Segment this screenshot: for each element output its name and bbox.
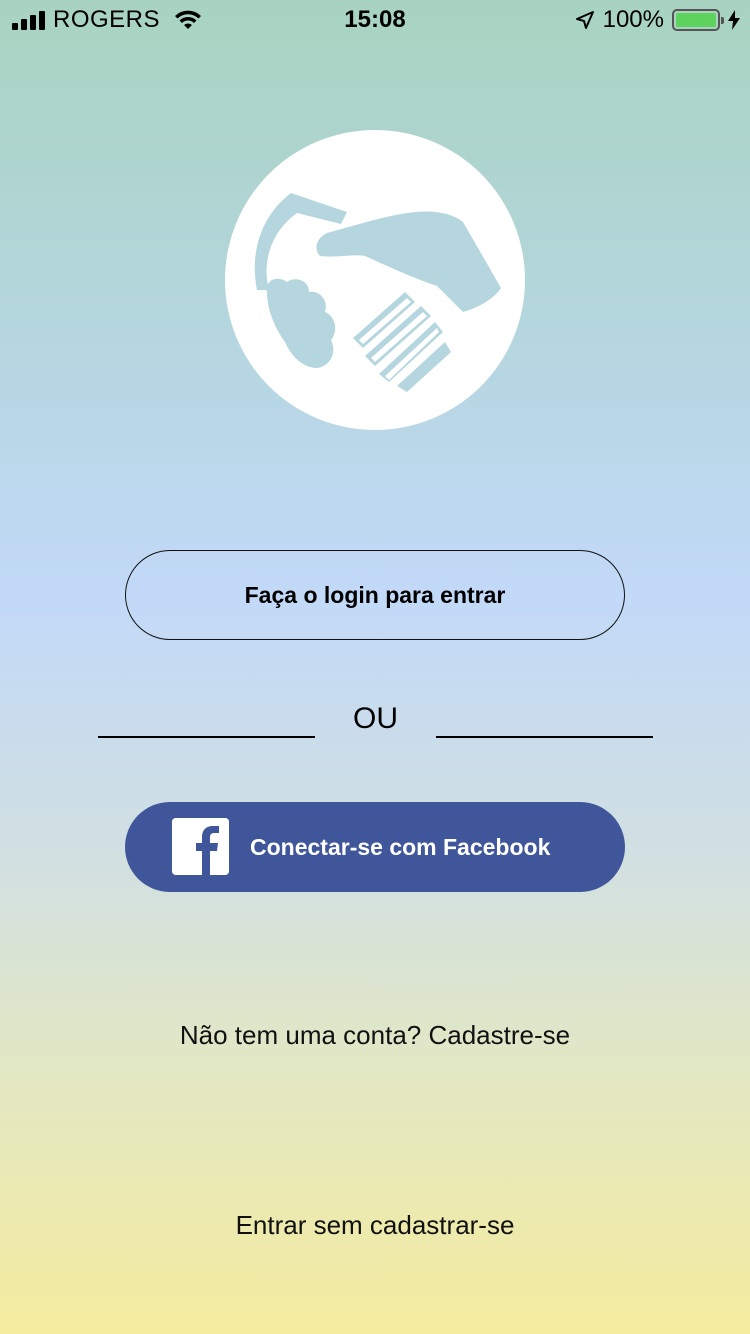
facebook-icon <box>172 818 229 875</box>
login-button[interactable]: Faça o login para entrar <box>125 550 625 640</box>
location-arrow-icon <box>575 11 594 29</box>
battery-icon <box>672 9 724 31</box>
facebook-button-label: Conectar-se com Facebook <box>250 833 551 860</box>
divider-line-left <box>98 736 315 738</box>
facebook-login-button[interactable]: Conectar-se com Facebook <box>125 802 625 892</box>
signup-link[interactable]: Não tem uma conta? Cadastre-se <box>0 1020 750 1051</box>
battery-percent: 100% <box>602 6 664 33</box>
status-bar: ROGERS 15:08 100% <box>0 0 750 40</box>
divider-line-right <box>436 736 653 738</box>
handshake-icon <box>254 193 501 392</box>
charging-bolt-icon <box>728 10 740 30</box>
or-divider: OU <box>98 700 653 740</box>
app-logo <box>225 130 525 430</box>
divider-text: OU <box>353 702 398 735</box>
status-right: 100% <box>575 6 740 34</box>
continue-as-guest-link[interactable]: Entrar sem cadastrar-se <box>0 1210 750 1241</box>
